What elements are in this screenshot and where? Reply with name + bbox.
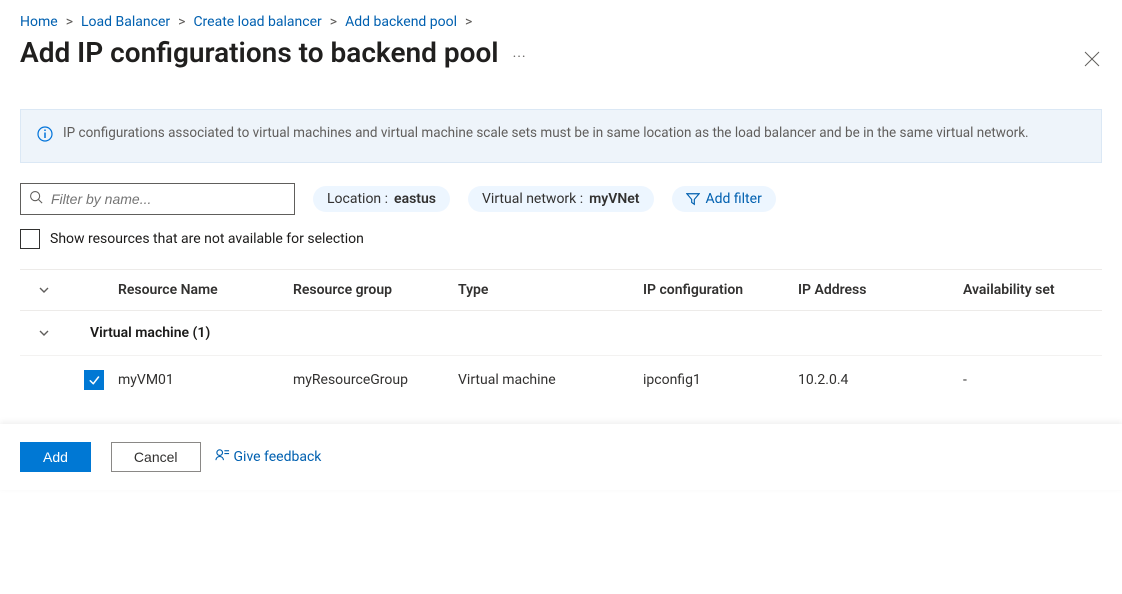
header-resource-group[interactable]: Resource group bbox=[293, 282, 458, 298]
add-button[interactable]: Add bbox=[20, 442, 91, 472]
header-type[interactable]: Type bbox=[458, 282, 643, 298]
vnet-filter-value: myVNet bbox=[589, 191, 639, 207]
location-filter-pill[interactable]: Location : eastus bbox=[313, 186, 450, 212]
breadcrumb-item-create-load-balancer[interactable]: Create load balancer bbox=[193, 14, 321, 30]
breadcrumb-item-add-backend-pool[interactable]: Add backend pool bbox=[345, 14, 457, 30]
info-banner: IP configurations associated to virtual … bbox=[20, 109, 1102, 163]
cancel-button[interactable]: Cancel bbox=[111, 442, 201, 472]
filter-search[interactable] bbox=[20, 183, 295, 215]
group-collapse-toggle[interactable] bbox=[38, 327, 52, 339]
show-unavailable-label: Show resources that are not available fo… bbox=[50, 231, 364, 247]
row-availability-set: - bbox=[963, 372, 1102, 388]
footer-action-bar: Add Cancel Give feedback bbox=[0, 424, 1122, 490]
close-icon[interactable] bbox=[1084, 48, 1100, 72]
table-row[interactable]: myVM01 myResourceGroup Virtual machine i… bbox=[20, 355, 1102, 404]
row-resource-group: myResourceGroup bbox=[293, 372, 458, 388]
header-collapse-toggle[interactable] bbox=[38, 284, 52, 296]
breadcrumb-separator: > bbox=[330, 14, 337, 30]
header-resource-name[interactable]: Resource Name bbox=[118, 282, 293, 298]
add-filter-label: Add filter bbox=[706, 191, 762, 207]
row-name: myVM01 bbox=[118, 372, 293, 388]
row-ip-configuration: ipconfig1 bbox=[643, 372, 798, 388]
group-row-virtual-machine[interactable]: Virtual machine (1) bbox=[20, 311, 1102, 355]
vnet-filter-pill[interactable]: Virtual network : myVNet bbox=[468, 186, 654, 212]
give-feedback-link[interactable]: Give feedback bbox=[215, 447, 322, 466]
vnet-filter-prefix: Virtual network : bbox=[482, 191, 583, 207]
more-menu-icon[interactable]: ··· bbox=[513, 49, 527, 65]
feedback-label: Give feedback bbox=[234, 449, 322, 465]
row-ip-address: 10.2.0.4 bbox=[798, 372, 963, 388]
filter-bar: Location : eastus Virtual network : myVN… bbox=[20, 183, 1102, 215]
breadcrumb-item-home[interactable]: Home bbox=[20, 14, 58, 30]
feedback-icon bbox=[215, 447, 230, 466]
table-header: Resource Name Resource group Type IP con… bbox=[20, 269, 1102, 311]
group-label: Virtual machine (1) bbox=[90, 325, 210, 341]
search-icon bbox=[29, 190, 43, 208]
breadcrumb: Home > Load Balancer > Create load balan… bbox=[20, 14, 1102, 30]
header-ip-address[interactable]: IP Address bbox=[798, 282, 963, 298]
location-filter-value: eastus bbox=[394, 191, 436, 207]
row-type: Virtual machine bbox=[458, 372, 643, 388]
info-icon bbox=[37, 126, 53, 148]
filter-input[interactable] bbox=[51, 191, 286, 207]
header-availability-set[interactable]: Availability set bbox=[963, 282, 1102, 298]
add-filter-pill[interactable]: Add filter bbox=[672, 186, 776, 212]
header-ip-configuration[interactable]: IP configuration bbox=[643, 282, 798, 298]
location-filter-prefix: Location : bbox=[327, 191, 388, 207]
breadcrumb-item-load-balancer[interactable]: Load Balancer bbox=[81, 14, 170, 30]
filter-icon bbox=[686, 192, 700, 206]
breadcrumb-separator: > bbox=[465, 14, 472, 30]
breadcrumb-separator: > bbox=[66, 14, 73, 30]
breadcrumb-separator: > bbox=[178, 14, 185, 30]
row-checkbox[interactable] bbox=[84, 370, 104, 390]
page-title: Add IP configurations to backend pool bbox=[20, 36, 499, 69]
info-message: IP configurations associated to virtual … bbox=[63, 124, 1085, 148]
show-unavailable-checkbox[interactable] bbox=[20, 229, 40, 249]
